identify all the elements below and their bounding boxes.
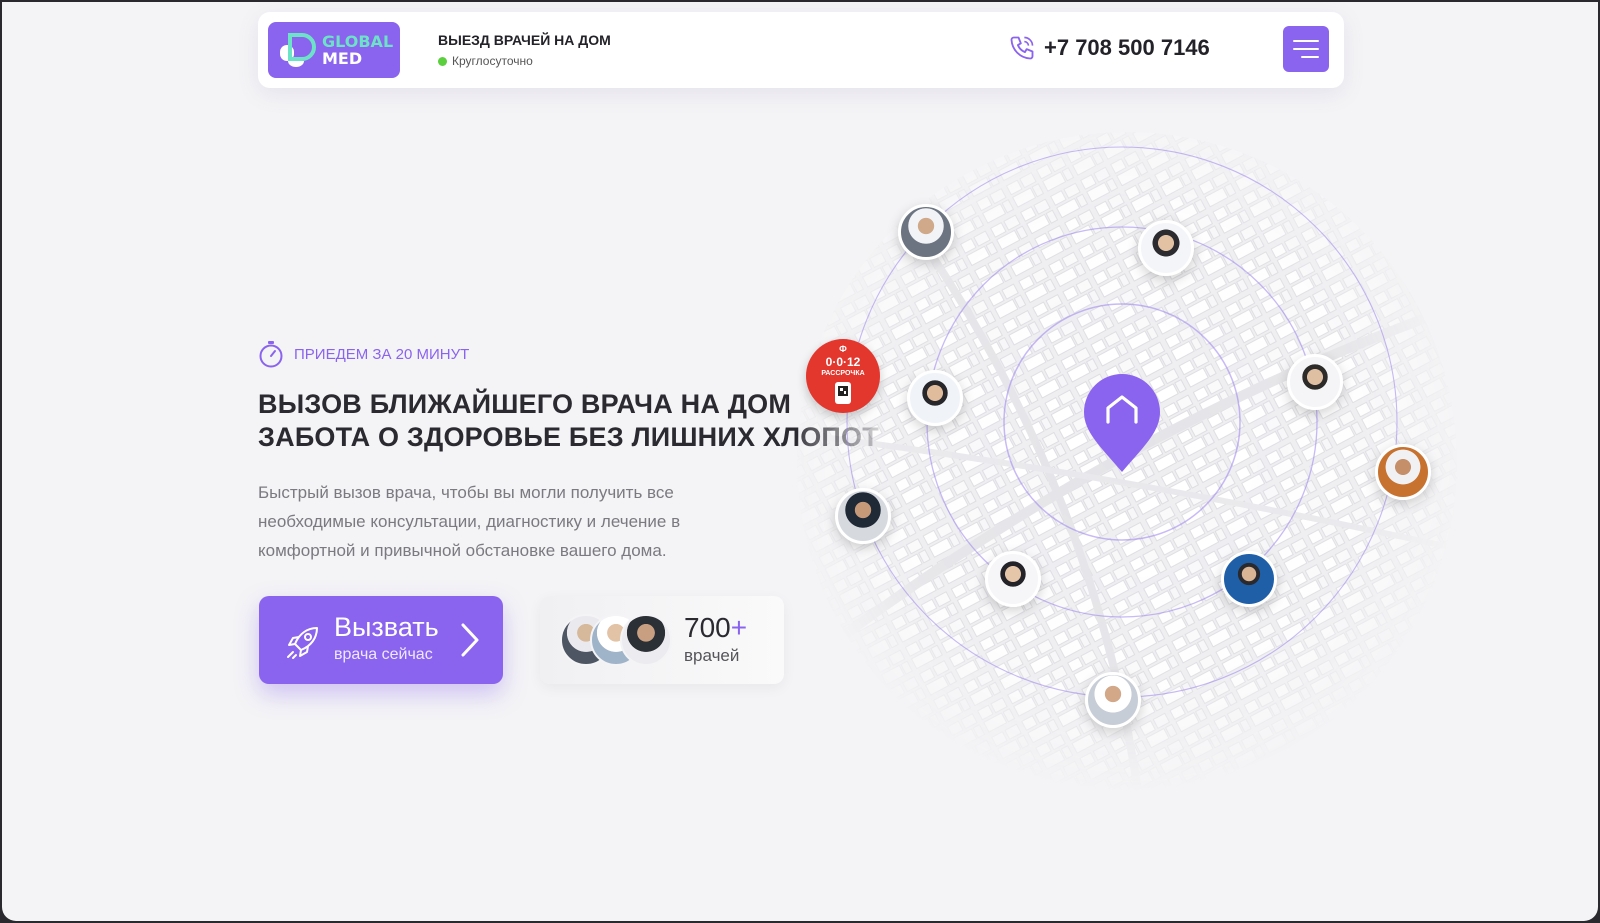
availability-label: Круглосуточно [452,54,533,68]
qr-phone-icon [835,382,851,404]
menu-button[interactable] [1283,26,1329,72]
doctor-avatar [620,614,672,666]
site-header: GLOBAL MED ВЫЕЗД ВРАЧЕЙ НА ДОМ Круглосут… [258,12,1344,88]
kicker-text: ПРИЕДЕМ ЗА 20 МИНУТ [294,345,470,363]
doctors-count: 700+ [684,612,747,644]
doctors-count-value: 700 [684,612,731,643]
badge-label: РАССРОЧКА [821,370,865,377]
header-title: ВЫЕЗД ВРАЧЕЙ НА ДОМ [438,32,611,48]
chevron-right-icon [461,623,479,657]
doctor-avatar[interactable] [1287,354,1343,410]
phone-number: +7 708 500 7146 [1044,35,1210,60]
doctor-avatar[interactable] [985,551,1041,607]
phone-icon [1010,36,1034,60]
phone-link[interactable]: +7 708 500 7146 [1008,34,1210,62]
logo-heart-icon [280,33,316,67]
timer-icon [259,341,283,368]
doctors-count-card: 700+ врачей [540,596,784,684]
availability-status: Круглосуточно [438,54,533,68]
logo-line-2: MED [322,49,363,68]
arrival-time-kicker: ПРИЕДЕМ ЗА 20 МИНУТ [258,340,469,368]
doctor-avatar[interactable] [907,370,963,426]
badge-brand: Ф [839,344,847,354]
hero-description: Быстрый вызов врача, чтобы вы могли полу… [258,483,681,560]
cta-main-label: Вызвать [334,612,439,642]
doctors-count-plus: + [730,612,748,643]
logo[interactable]: GLOBAL MED [268,22,400,78]
online-dot-icon [438,56,447,66]
rocket-icon [287,627,318,659]
cta-sub-label: врача сейчас [334,646,433,663]
doctors-count-label: врачей [684,646,740,665]
call-doctor-button[interactable]: Вызвать врача сейчас [259,596,503,684]
installment-badge[interactable]: Ф 0·0·12 РАССРОЧКА [806,339,880,413]
doctor-avatar[interactable] [835,488,891,544]
doctor-avatar[interactable] [1221,551,1277,607]
doctor-avatar[interactable] [1085,672,1141,728]
browser-viewport: GLOBAL MED ВЫЕЗД ВРАЧЕЙ НА ДОМ Круглосут… [2,2,1598,921]
logo-line-1: GLOBAL [322,32,394,51]
doctor-avatar[interactable] [1375,444,1431,500]
doctor-avatar[interactable] [898,204,954,260]
logo-text: GLOBAL MED [322,33,393,67]
menu-icon [1293,40,1319,58]
badge-plan: 0·0·12 [825,355,861,369]
doctor-avatar[interactable] [1138,220,1194,276]
